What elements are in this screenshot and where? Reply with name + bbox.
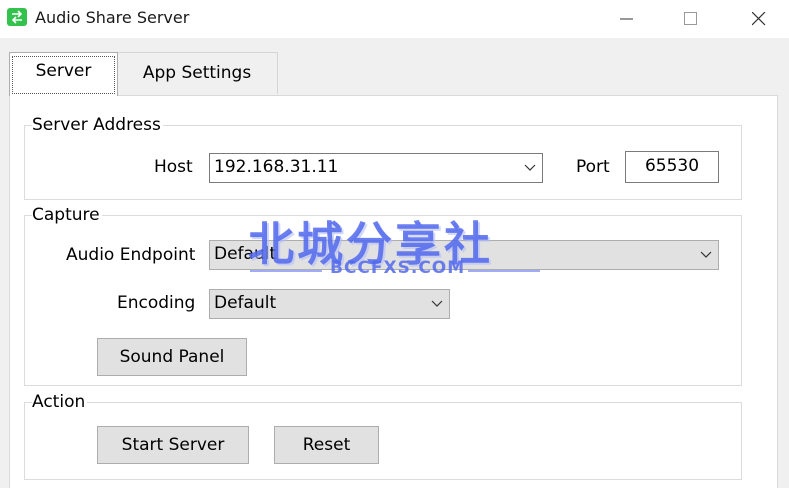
app-icon [7,8,27,26]
encoding-select[interactable]: Default [209,289,450,319]
action-title: Action [32,392,88,412]
audio-endpoint-value: Default [214,244,277,264]
chevron-down-icon [524,164,536,171]
encoding-value: Default [214,293,277,313]
title-bar: Audio Share Server [0,0,789,38]
chevron-down-icon [431,300,443,307]
sound-panel-button[interactable]: Sound Panel [97,338,247,376]
start-server-button[interactable]: Start Server [97,426,249,464]
chevron-down-icon [700,251,712,258]
minimize-icon [620,18,633,20]
tab-server[interactable]: Server [9,52,118,96]
window-title: Audio Share Server [35,8,190,27]
close-icon [752,12,766,26]
maximize-icon [684,12,697,25]
host-value: 192.168.31.11 [214,157,339,177]
encoding-label: Encoding [117,293,196,313]
port-label: Port [576,157,610,177]
minimize-button[interactable] [604,0,650,38]
capture-title: Capture [32,205,102,225]
reset-button[interactable]: Reset [274,426,379,464]
maximize-button[interactable] [668,0,714,38]
tab-app-settings[interactable]: App Settings [116,52,278,94]
audio-endpoint-label: Audio Endpoint [66,245,196,265]
host-combobox[interactable]: 192.168.31.11 [209,153,543,183]
audio-endpoint-select[interactable]: Default [209,240,719,270]
port-input[interactable]: 65530 [625,151,719,183]
host-label: Host [154,157,193,177]
server-address-title: Server Address [32,115,163,135]
close-button[interactable] [736,0,782,38]
